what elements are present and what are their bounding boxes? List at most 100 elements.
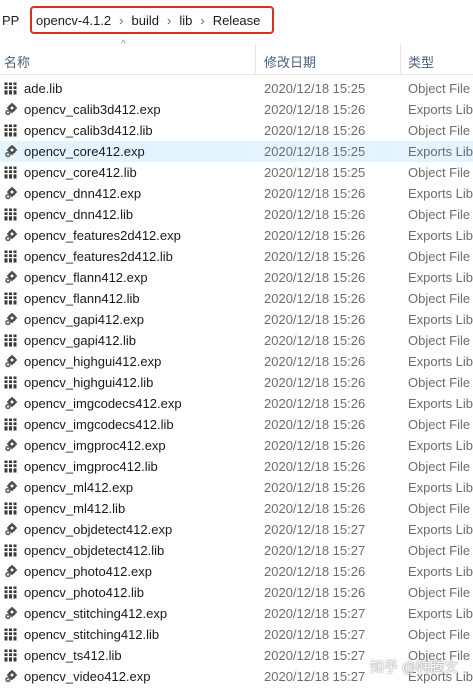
file-modified-date: 2020/12/18 15:26 bbox=[264, 564, 366, 579]
file-row[interactable]: ade.lib 2020/12/18 15:25 Object File bbox=[0, 78, 473, 99]
lib-icon bbox=[4, 334, 18, 347]
file-row[interactable]: opencv_imgproc412.exp 2020/12/18 15:26 Exp… bbox=[0, 435, 473, 456]
file-row[interactable]: opencv_ml412.exp 2020/12/18 15:26 Exports … bbox=[0, 477, 473, 498]
file-name: opencv_objdetect412.exp bbox=[24, 522, 173, 537]
file-row[interactable]: opencv_flann412.exp 2020/12/18 15:26 Expor… bbox=[0, 267, 473, 288]
file-type: Exports Lib bbox=[408, 270, 473, 285]
lib-icon bbox=[4, 124, 18, 137]
file-modified-date: 2020/12/18 15:26 bbox=[264, 333, 366, 348]
file-type: Exports Lib bbox=[408, 564, 473, 579]
exp-icon bbox=[4, 145, 18, 158]
file-row[interactable]: opencv_gapi412.lib 2020/12/18 15:26 Object… bbox=[0, 330, 473, 351]
file-type: Exports Lib bbox=[408, 480, 473, 495]
breadcrumb-segment-release[interactable]: Release bbox=[213, 13, 261, 28]
file-type: Exports Lib bbox=[408, 186, 473, 201]
file-name: opencv_imgproc412.exp bbox=[24, 438, 166, 453]
file-row[interactable]: opencv_calib3d412.lib 2020/12/18 15:26 Obj… bbox=[0, 120, 473, 141]
exp-icon bbox=[4, 229, 18, 242]
file-type: Exports Lib bbox=[408, 312, 473, 327]
watermark: 知乎 @韩腾文 bbox=[370, 659, 459, 675]
file-modified-date: 2020/12/18 15:26 bbox=[264, 207, 366, 222]
file-type: Object File bbox=[408, 81, 471, 96]
file-type: Exports Lib bbox=[408, 354, 473, 369]
file-row[interactable]: opencv_features2d412.exp 2020/12/18 15:26… bbox=[0, 225, 473, 246]
file-row[interactable]: opencv_core412.exp 2020/12/18 15:25 Export… bbox=[0, 141, 473, 162]
file-name: opencv_photo412.exp bbox=[24, 564, 152, 579]
file-row[interactable]: opencv_ml412.lib 2020/12/18 15:26 Object F… bbox=[0, 498, 473, 519]
file-name: opencv_objdetect412.lib bbox=[24, 543, 165, 558]
file-name: opencv_calib3d412.exp bbox=[24, 102, 161, 117]
file-row[interactable]: opencv_dnn412.lib 2020/12/18 15:26 Object … bbox=[0, 204, 473, 225]
breadcrumb: opencv-4.1.2 › build › lib › Release bbox=[30, 6, 274, 34]
file-name: opencv_highgui412.lib bbox=[24, 375, 154, 390]
file-row[interactable]: opencv_photo412.exp 2020/12/18 15:26 Expor… bbox=[0, 561, 473, 582]
file-name: ade.lib bbox=[24, 81, 63, 96]
file-type: Object File bbox=[408, 585, 471, 600]
file-name: opencv_flann412.lib bbox=[24, 291, 140, 306]
file-row[interactable]: opencv_imgproc412.lib 2020/12/18 15:26 Obj… bbox=[0, 456, 473, 477]
file-row[interactable]: opencv_features2d412.lib 2020/12/18 15:26… bbox=[0, 246, 473, 267]
file-row[interactable]: opencv_imgcodecs412.exp 2020/12/18 15:26 E… bbox=[0, 393, 473, 414]
breadcrumb-separator[interactable]: › bbox=[167, 13, 171, 28]
file-modified-date: 2020/12/18 15:26 bbox=[264, 102, 366, 117]
lib-icon bbox=[4, 586, 18, 599]
file-row[interactable]: opencv_objdetect412.lib 2020/12/18 15:27 O… bbox=[0, 540, 473, 561]
file-modified-date: 2020/12/18 15:26 bbox=[264, 270, 366, 285]
exp-icon bbox=[4, 523, 18, 536]
breadcrumb-separator[interactable]: › bbox=[119, 13, 123, 28]
file-row[interactable]: opencv_stitching412.lib 2020/12/18 15:27 O… bbox=[0, 624, 473, 645]
breadcrumb-separator[interactable]: › bbox=[200, 13, 204, 28]
file-name: opencv_core412.exp bbox=[24, 144, 145, 159]
exp-icon bbox=[4, 271, 18, 284]
file-type: Object File bbox=[408, 375, 471, 390]
file-row[interactable]: opencv_highgui412.lib 2020/12/18 15:26 Obj… bbox=[0, 372, 473, 393]
column-divider[interactable] bbox=[400, 44, 401, 74]
file-row[interactable]: opencv_flann412.lib 2020/12/18 15:26 Objec… bbox=[0, 288, 473, 309]
lib-icon bbox=[4, 418, 18, 431]
file-type: Exports Lib bbox=[408, 102, 473, 117]
file-modified-date: 2020/12/18 15:26 bbox=[264, 249, 366, 264]
file-modified-date: 2020/12/18 15:26 bbox=[264, 186, 366, 201]
file-modified-date: 2020/12/18 15:26 bbox=[264, 459, 366, 474]
breadcrumb-segment-build[interactable]: build bbox=[132, 13, 159, 28]
column-header-name[interactable]: 名称 bbox=[4, 52, 30, 71]
file-type: Exports Lib bbox=[408, 438, 473, 453]
file-list: ade.lib 2020/12/18 15:25 Object File opencv… bbox=[0, 78, 473, 687]
file-row[interactable]: opencv_stitching412.exp 2020/12/18 15:27 E… bbox=[0, 603, 473, 624]
file-name: opencv_gapi412.lib bbox=[24, 333, 137, 348]
lib-icon bbox=[4, 166, 18, 179]
file-name: opencv_ts412.lib bbox=[24, 648, 122, 663]
lib-icon bbox=[4, 544, 18, 557]
file-name: opencv_photo412.lib bbox=[24, 585, 144, 600]
file-modified-date: 2020/12/18 15:26 bbox=[264, 417, 366, 432]
exp-icon bbox=[4, 355, 18, 368]
lib-icon bbox=[4, 250, 18, 263]
file-type: Exports Lib bbox=[408, 144, 473, 159]
file-row[interactable]: opencv_calib3d412.exp 2020/12/18 15:26 Exp… bbox=[0, 99, 473, 120]
column-header-date[interactable]: 修改日期 bbox=[264, 52, 316, 71]
lib-icon bbox=[4, 460, 18, 473]
file-row[interactable]: opencv_objdetect412.exp 2020/12/18 15:27 E… bbox=[0, 519, 473, 540]
file-name: opencv_stitching412.exp bbox=[24, 606, 168, 621]
column-header-type[interactable]: 类型 bbox=[408, 52, 434, 71]
file-row[interactable]: opencv_highgui412.exp 2020/12/18 15:26 Exp… bbox=[0, 351, 473, 372]
file-row[interactable]: opencv_dnn412.exp 2020/12/18 15:26 Exports… bbox=[0, 183, 473, 204]
lib-icon bbox=[4, 82, 18, 95]
file-type: Exports Lib bbox=[408, 396, 473, 411]
file-row[interactable]: opencv_imgcodecs412.lib 2020/12/18 15:26 O… bbox=[0, 414, 473, 435]
file-type: Object File bbox=[408, 291, 471, 306]
exp-icon bbox=[4, 439, 18, 452]
file-name: opencv_calib3d412.lib bbox=[24, 123, 153, 138]
column-divider[interactable] bbox=[255, 44, 256, 74]
address-bar[interactable]: PP opencv-4.1.2 › build › lib › Release bbox=[0, 0, 473, 42]
file-row[interactable]: opencv_gapi412.exp 2020/12/18 15:26 Export… bbox=[0, 309, 473, 330]
breadcrumb-segment-opencv[interactable]: opencv-4.1.2 bbox=[36, 13, 111, 28]
file-type: Object File bbox=[408, 207, 471, 222]
file-row[interactable]: opencv_photo412.lib 2020/12/18 15:26 Objec… bbox=[0, 582, 473, 603]
file-row[interactable]: opencv_core412.lib 2020/12/18 15:25 Object… bbox=[0, 162, 473, 183]
file-type: Exports Lib bbox=[408, 522, 473, 537]
lib-icon bbox=[4, 628, 18, 641]
exp-icon bbox=[4, 607, 18, 620]
breadcrumb-truncated-prefix[interactable]: PP bbox=[2, 13, 19, 28]
breadcrumb-segment-lib[interactable]: lib bbox=[179, 13, 192, 28]
